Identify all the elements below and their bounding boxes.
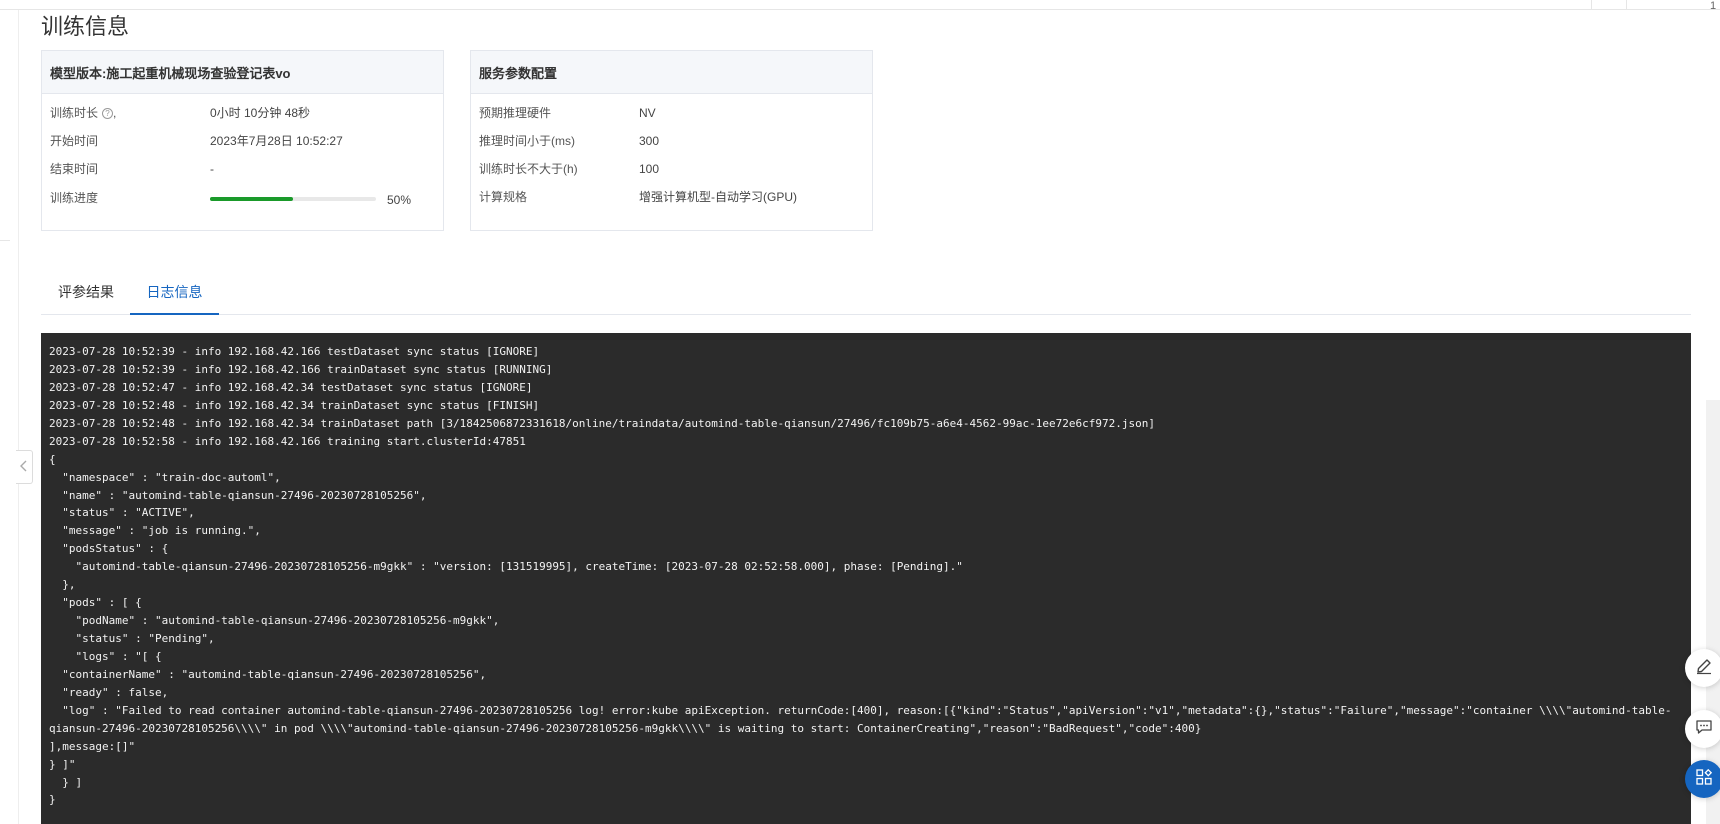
log-line: "pods" : [ { — [49, 596, 142, 610]
apps-button[interactable] — [1685, 760, 1720, 798]
log-output-panel[interactable]: 2023-07-28 10:52:39 - info 192.168.42.16… — [41, 333, 1691, 824]
log-line: "containerName" : "automind-table-qiansu… — [49, 667, 487, 681]
max-training-duration-label: 训练时长不大于(h) — [479, 162, 578, 176]
log-line: "namespace" : "train-doc-automl", — [49, 470, 281, 484]
log-line: 2023-07-28 10:52:39 - info 192.168.42.16… — [49, 345, 540, 358]
start-time-value: 2023年7月28日 10:52:27 — [210, 134, 343, 148]
edit-button[interactable] — [1685, 649, 1720, 687]
training-progress-bar — [210, 197, 376, 201]
log-line: "podsStatus" : { — [49, 542, 169, 556]
log-line: { — [49, 452, 56, 466]
log-line: 2023-07-28 10:52:39 - info 192.168.42.16… — [49, 362, 553, 376]
max-training-duration-value: 100 — [639, 162, 660, 176]
topbar-divider — [1626, 0, 1627, 10]
end-time-label: 结束时间 — [50, 162, 99, 176]
service-config-card: 服务参数配置 预期推理硬件 NV 推理时间小于(ms) 300 训练时长不大于(… — [470, 50, 873, 231]
log-line: "logs" : "[ { — [49, 649, 162, 663]
log-line: "log" : "Failed to read container automi… — [49, 703, 1672, 717]
log-line: "ready" : false, — [49, 685, 169, 699]
service-card-header: 服务参数配置 — [471, 51, 872, 94]
inference-hardware-label: 预期推理硬件 — [479, 106, 552, 120]
log-line: "status" : "Pending", — [49, 632, 215, 645]
training-duration-label: 训练时长?, — [50, 106, 117, 120]
feedback-button[interactable] — [1685, 710, 1720, 748]
chevron-left-icon — [20, 460, 28, 475]
compute-spec-label: 计算规格 — [479, 190, 528, 204]
log-line: 2023-07-28 10:52:58 - info 192.168.42.16… — [49, 434, 526, 448]
tab-log-info[interactable]: 日志信息 — [130, 270, 219, 315]
apps-grid-icon — [1695, 768, 1713, 791]
log-line: }, — [49, 578, 76, 592]
left-panel-stub — [0, 240, 10, 241]
training-progress-percent: 50% — [387, 193, 412, 207]
top-bar: 1 — [0, 0, 1720, 12]
inference-time-value: 300 — [639, 134, 660, 148]
log-line: "name" : "automind-table-qiansun-27496-2… — [49, 488, 427, 502]
topbar-edge-mark: 1 — [1710, 0, 1717, 12]
log-line: 2023-07-28 10:52:47 - info 192.168.42.34… — [49, 380, 533, 394]
log-line: ],message:[]" — [49, 739, 136, 753]
training-duration-value: 0小时 10分钟 48秒 — [210, 106, 311, 120]
log-line: } ] — [49, 775, 83, 789]
question-circle-icon[interactable]: ? — [102, 108, 114, 120]
log-line: "podName" : "automind-table-qiansun-2749… — [49, 614, 500, 628]
topbar-divider — [1591, 0, 1592, 10]
log-line: } — [49, 793, 56, 807]
log-line: } ]" — [49, 757, 76, 771]
log-line: "message" : "job is running.", — [49, 524, 261, 538]
chat-bubble-icon — [1695, 718, 1713, 741]
model-info-card: 模型版本:施工起重机械现场查验登记表vo 训练时长?, 0小时 10分钟 48秒… — [41, 50, 444, 231]
log-line: 2023-07-28 10:52:48 - info 192.168.42.34… — [49, 416, 1155, 430]
tab-evaluation-results[interactable]: 评参结果 — [41, 270, 131, 315]
training-progress-label: 训练进度 — [50, 191, 99, 205]
start-time-label: 开始时间 — [50, 134, 99, 148]
training-progress-fill — [210, 197, 293, 201]
log-line: 2023-07-28 10:52:48 - info 192.168.42.34… — [49, 398, 540, 412]
compute-spec-value: 增强计算机型-自动学习(GPU) — [639, 190, 797, 204]
log-line: "automind-table-qiansun-27496-2023072810… — [49, 560, 963, 574]
inference-time-label: 推理时间小于(ms) — [479, 134, 575, 148]
left-panel-border — [18, 10, 19, 824]
end-time-value: - — [210, 162, 214, 176]
result-tabs: 评参结果 日志信息 — [41, 270, 1691, 315]
edit-pen-icon — [1695, 657, 1713, 680]
log-line: qiansun-27496-20230728105256\\\\" in pod… — [49, 721, 1202, 735]
log-line: "status" : "ACTIVE", — [49, 506, 195, 520]
model-card-header: 模型版本:施工起重机械现场查验登记表vo — [42, 51, 443, 94]
inference-hardware-value: NV — [639, 106, 656, 120]
sidebar-collapse-button[interactable] — [16, 450, 33, 484]
page-title: 训练信息 — [41, 14, 130, 39]
